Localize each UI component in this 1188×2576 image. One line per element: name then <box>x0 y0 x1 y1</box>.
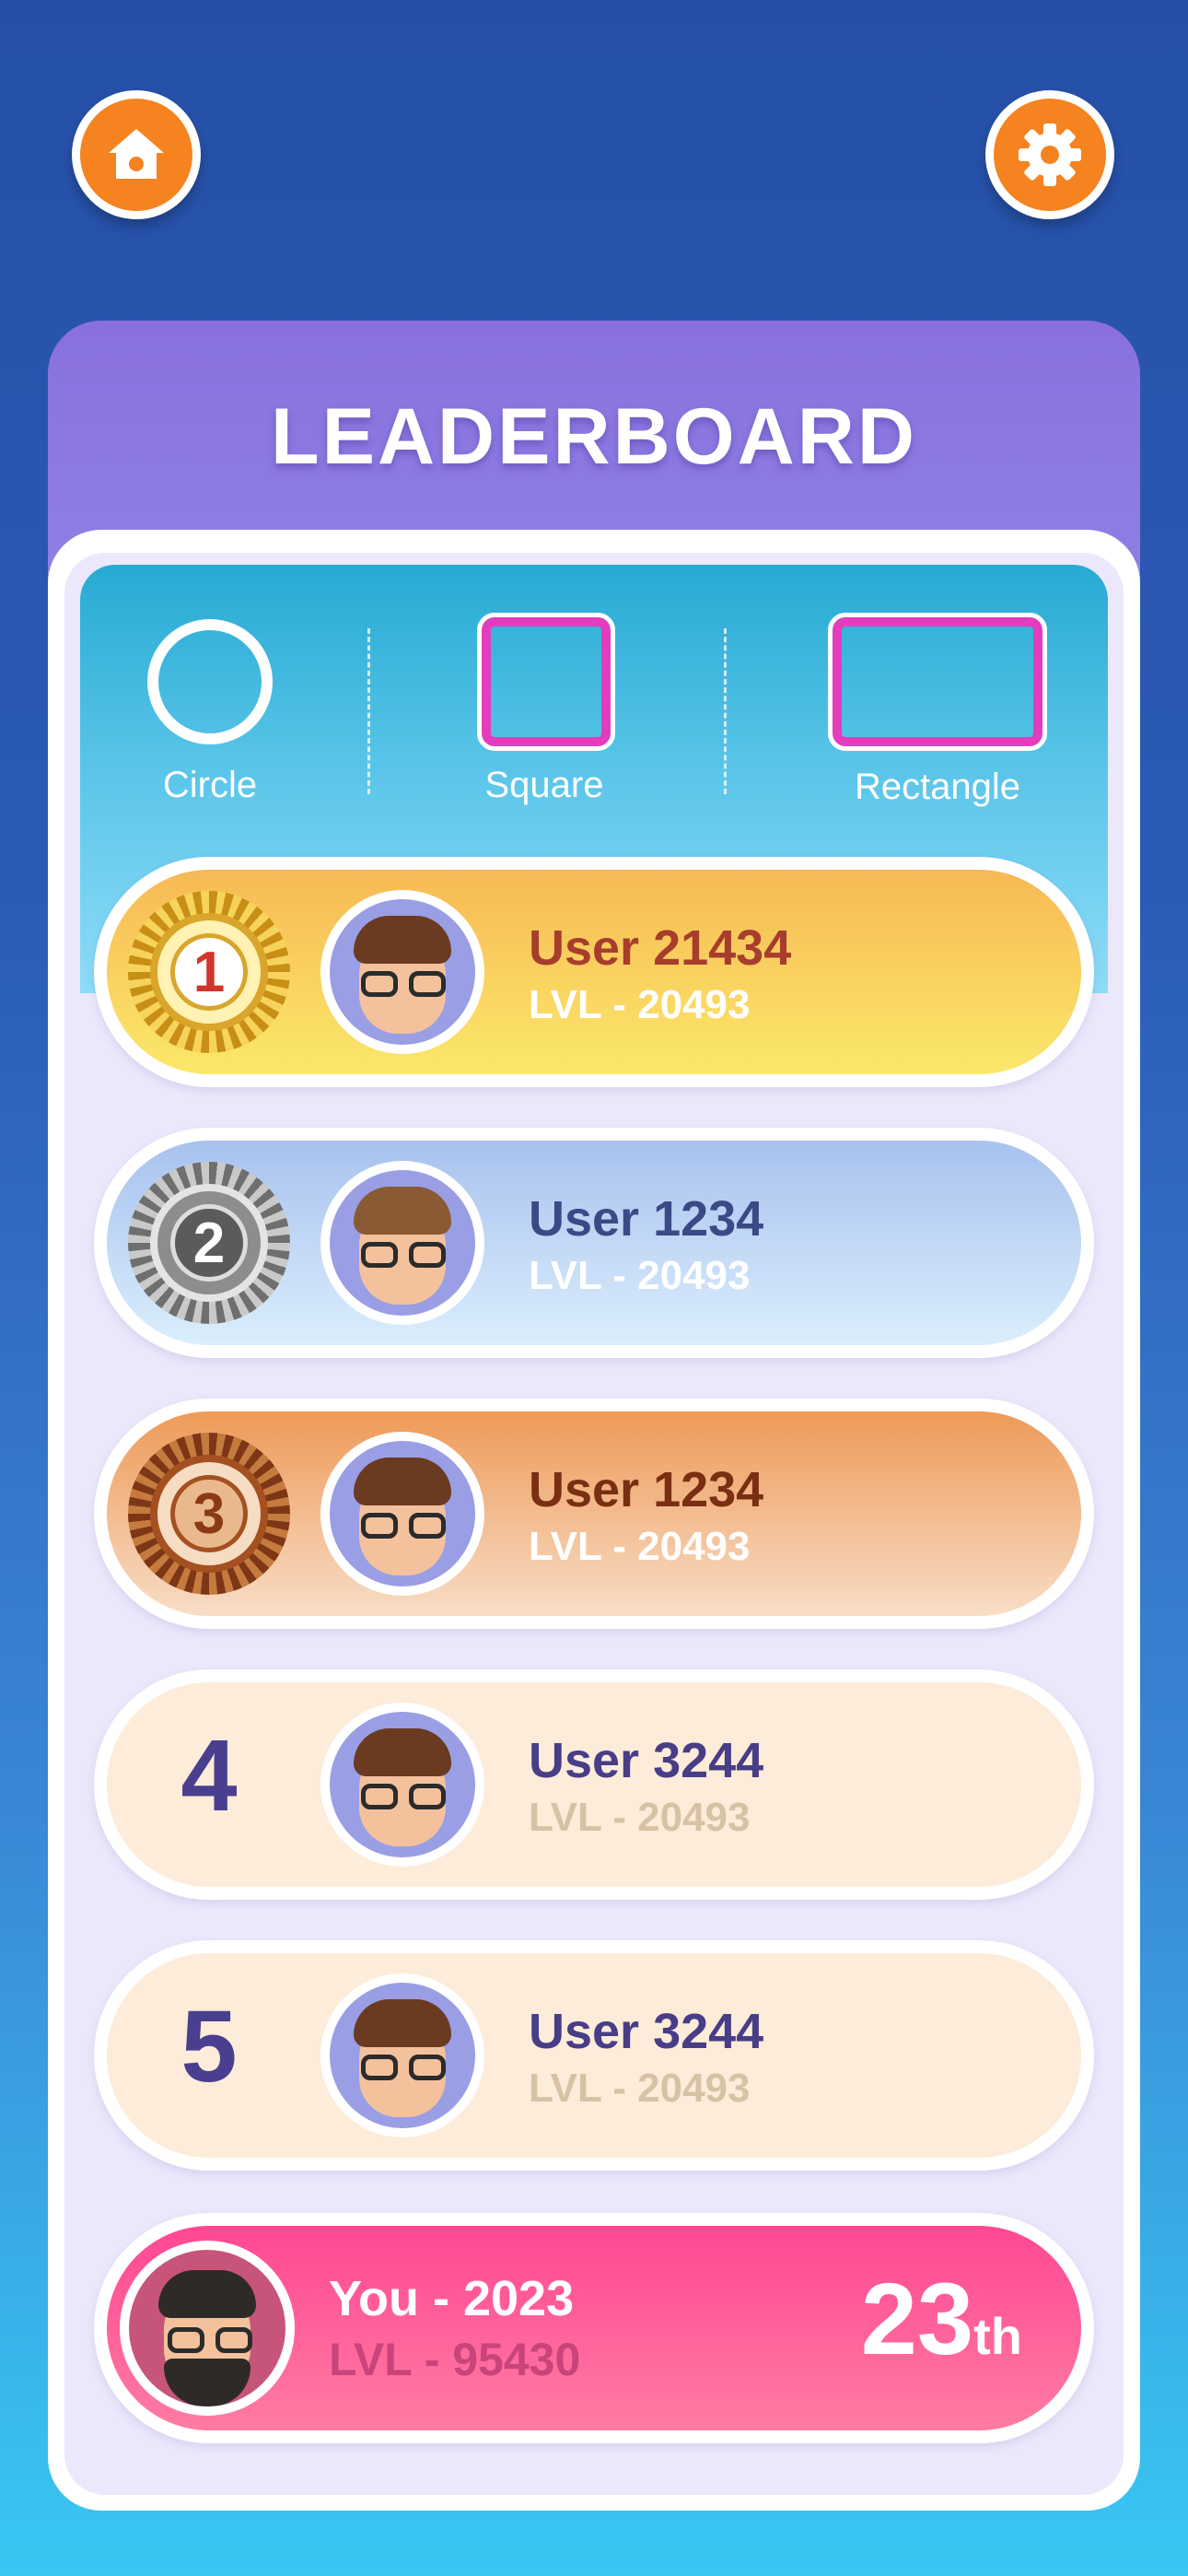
avatar <box>320 1973 484 2137</box>
player-level: LVL - 20493 <box>529 1524 751 1569</box>
tab-circle[interactable]: Circle <box>72 765 348 806</box>
leaderboard-row-1[interactable]: 1 User 21434 LVL - 20493 <box>94 857 1094 1087</box>
player-name: User 1234 <box>529 1462 764 1517</box>
tab-divider <box>367 628 370 794</box>
tab-rectangle[interactable]: Rectangle <box>799 767 1076 808</box>
player-name: User 21434 <box>529 920 792 976</box>
circle-shape-icon[interactable] <box>147 619 273 744</box>
current-user-name: You - 2023 <box>329 2271 575 2326</box>
player-name: User 3244 <box>529 1733 764 1788</box>
leaderboard-row-3[interactable]: 3 User 1234 LVL - 20493 <box>94 1399 1094 1629</box>
tab-divider <box>724 628 727 794</box>
current-user-row[interactable]: You - 2023 LVL - 95430 23th <box>94 2213 1094 2443</box>
gear-icon <box>1019 123 1081 186</box>
page-title: LEADERBOARD <box>271 392 917 481</box>
place-suffix: th <box>973 2307 1022 2365</box>
player-level: LVL - 20493 <box>529 1795 751 1840</box>
rank-number: 1 <box>170 933 248 1011</box>
place-number: 23 <box>860 2263 974 2376</box>
silver-medal-icon: 2 <box>128 1162 290 1324</box>
rank-number: 4 <box>181 1719 238 1832</box>
current-user-level: LVL - 95430 <box>329 2334 581 2385</box>
rank-number: 2 <box>170 1204 248 1282</box>
gold-medal-icon: 1 <box>128 891 290 1053</box>
avatar <box>320 890 484 1054</box>
player-level: LVL - 20493 <box>529 1253 751 1298</box>
avatar <box>320 1161 484 1325</box>
avatar <box>320 1432 484 1596</box>
bronze-medal-icon: 3 <box>128 1433 290 1595</box>
home-button[interactable] <box>72 90 201 219</box>
player-name: User 3244 <box>529 2004 764 2059</box>
player-name: User 1234 <box>529 1191 764 1247</box>
rectangle-shape-icon[interactable] <box>828 613 1047 751</box>
leaderboard-row-5[interactable]: 5 User 3244 LVL - 20493 <box>94 1940 1094 2171</box>
rank-number: 5 <box>181 1990 238 2103</box>
square-shape-icon[interactable] <box>477 613 615 751</box>
current-user-place: 23th <box>861 2261 1022 2378</box>
leaderboard-row-4[interactable]: 4 User 3244 LVL - 20493 <box>94 1669 1094 1900</box>
settings-button[interactable] <box>985 90 1114 219</box>
leaderboard-row-2[interactable]: 2 User 1234 LVL - 20493 <box>94 1128 1094 1358</box>
home-icon <box>109 129 164 179</box>
rank-number: 3 <box>170 1475 248 1552</box>
player-level: LVL - 20493 <box>529 982 751 1027</box>
avatar <box>120 2241 295 2416</box>
player-level: LVL - 20493 <box>529 2066 751 2111</box>
avatar <box>320 1703 484 1867</box>
tab-square[interactable]: Square <box>406 765 682 806</box>
